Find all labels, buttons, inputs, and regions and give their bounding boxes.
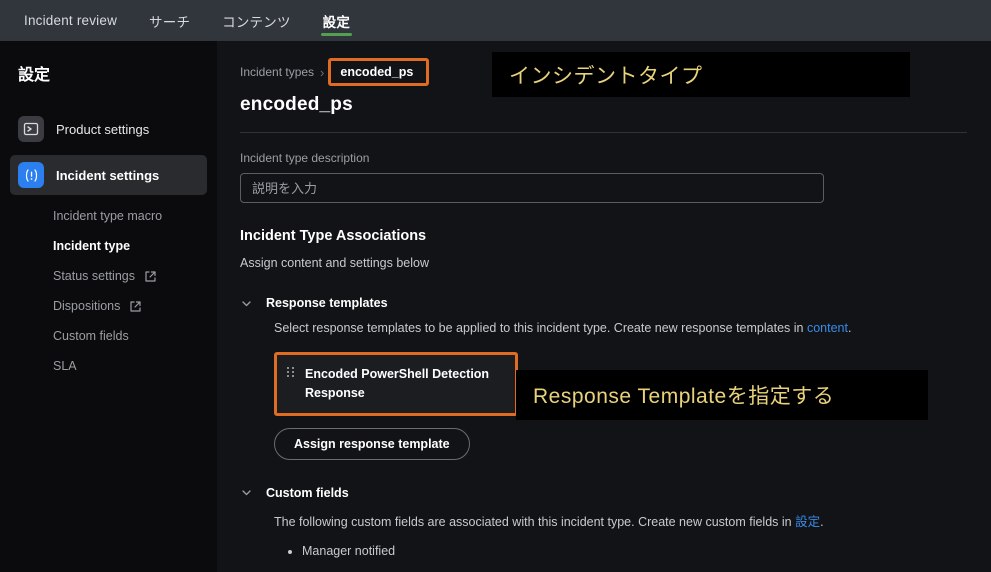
sidebar-item-label: Product settings [56,121,150,137]
assign-response-template-button[interactable]: Assign response template [274,427,470,460]
topnav-item-search[interactable]: サーチ [133,0,206,41]
description-text-after: . [847,321,852,335]
sidebar-subitem-label: Incident type macro [53,209,163,223]
topnav-item-settings[interactable]: 設定 [307,0,366,41]
main-content: Incident types › encoded_ps encoded_ps I… [217,41,991,572]
response-template-card[interactable]: Encoded PowerShell Detection Response [274,352,518,416]
breadcrumb-parent-link[interactable]: Incident types [240,65,314,79]
list-item: Manager notified [302,544,967,558]
annotation-text: インシデントタイプ [509,64,703,88]
sidebar-item-label: Incident settings [56,167,160,183]
title-divider [240,132,967,133]
annotation-incident-type: インシデントタイプ [492,52,910,97]
response-template-name: Encoded PowerShell Detection Response [305,367,490,400]
annotation-response-template: Response Templateを指定する [516,370,928,420]
sidebar-subitem-label: Dispositions [53,299,121,313]
topnav-label: コンテンツ [222,14,291,30]
associations-subtitle: Assign content and settings below [240,256,430,270]
sidebar-item-incident-type[interactable]: Incident type [53,231,217,261]
sidebar-item-incident-settings[interactable]: Incident settings [10,155,207,195]
chevron-down-icon [240,297,254,310]
accordion-label: Response templates [266,296,388,310]
chevron-down-icon [240,486,254,499]
sidebar-title: 設定 [18,67,51,84]
sidebar-item-dispositions[interactable]: Dispositions [53,291,217,321]
accordion-response-templates[interactable]: Response templates [240,296,967,310]
topnav-label: サーチ [149,14,191,30]
alert-icon [18,162,44,188]
accordion-custom-fields[interactable]: Custom fields [240,486,967,500]
settings-link[interactable]: 設定 [795,515,820,529]
content-link[interactable]: content [807,321,848,335]
sidebar-subitem-label: Custom fields [53,329,129,343]
description-text-after: . [820,514,824,529]
custom-fields-list: Manager notified [302,544,967,558]
description-text-before: Select response templates to be applied … [274,321,807,335]
description-label: Incident type description [240,151,370,165]
sidebar-item-incident-type-macro[interactable]: Incident type macro [53,201,217,231]
external-link-icon [129,300,142,313]
topnav-item-incident-review[interactable]: Incident review [8,0,133,41]
sidebar-subitem-label: SLA [53,359,77,373]
sidebar-item-sla[interactable]: SLA [53,351,217,381]
topnav-label: Incident review [24,13,118,28]
sidebar-subnav: Incident type macro Incident type Status… [0,201,217,381]
page-title: encoded_ps [240,94,353,115]
sidebar: 設定 Product settings Incident settings In… [0,41,217,572]
topnav-item-content[interactable]: コンテンツ [206,0,307,41]
app-window: Incident review サーチ コンテンツ 設定 設定 Product … [0,0,991,572]
associations-title: Incident Type Associations [240,228,427,244]
description-text-before: The following custom fields are associat… [274,514,796,529]
custom-fields-description: The following custom fields are associat… [274,511,967,530]
external-link-icon [144,270,157,283]
chevron-right-icon: › [320,64,325,80]
annotation-text: Response Templateを指定する [533,385,835,408]
sidebar-subitem-label: Incident type [53,239,131,253]
drag-handle-icon[interactable] [287,367,294,377]
sidebar-item-product-settings[interactable]: Product settings [10,109,207,149]
custom-fields-body: The following custom fields are associat… [240,511,967,558]
top-navigation-bar: Incident review サーチ コンテンツ 設定 [0,0,991,41]
sidebar-subitem-label: Status settings [53,269,135,283]
accordion-label: Custom fields [266,485,349,500]
description-input[interactable] [240,173,824,203]
sidebar-item-status-settings[interactable]: Status settings [53,261,217,291]
sidebar-item-custom-fields[interactable]: Custom fields [53,321,217,351]
breadcrumb-current: encoded_ps [328,57,430,87]
response-templates-description: Select response templates to be applied … [274,321,967,335]
terminal-icon [18,116,44,142]
topnav-label: 設定 [322,14,351,30]
